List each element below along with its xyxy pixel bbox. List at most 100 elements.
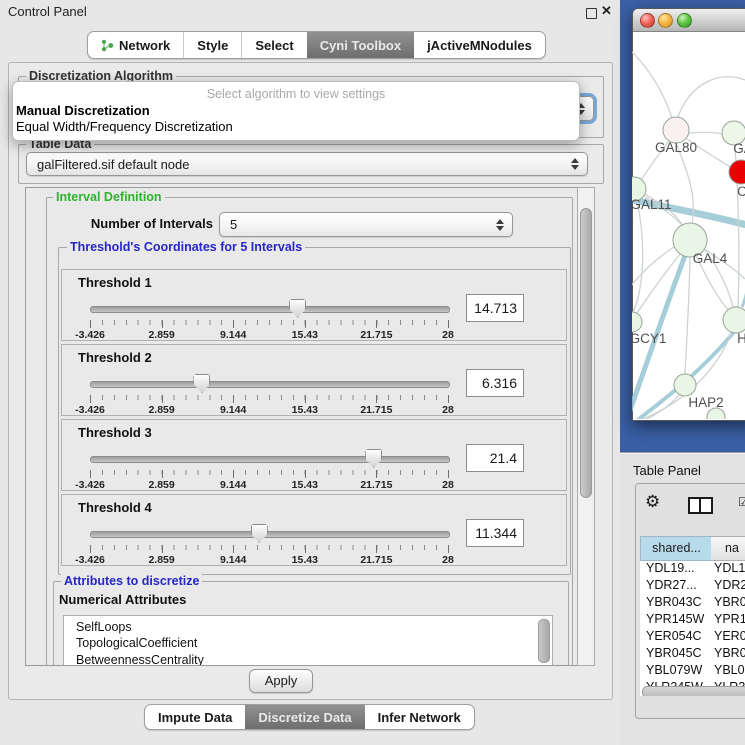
table-row[interactable]: YBR043CYBR0 (640, 594, 745, 611)
apply-button[interactable]: Apply (249, 669, 313, 693)
network-node[interactable] (674, 374, 696, 396)
tab-jactivemnodules[interactable]: jActiveMNodules (414, 32, 545, 58)
table-cell: YPR145W (640, 611, 712, 628)
table-panel: Table Panel ⚙ ☑ ☑ shared... na YDL19...Y… (620, 452, 745, 745)
table-data-combobox[interactable]: galFiltered.sif default node (26, 152, 588, 176)
numerical-attributes-list[interactable]: SelfLoops TopologicalCoefficient Between… (63, 615, 553, 666)
network-node-label: GAL11 (632, 197, 672, 212)
tab-cyni-toolbox[interactable]: Cyni Toolbox (307, 32, 414, 58)
list-scrollbar-thumb[interactable] (538, 619, 550, 663)
table-row[interactable]: YDR27...YDR2 (640, 577, 745, 594)
network-window-titlebar[interactable] (633, 9, 745, 32)
network-node-label: H (737, 331, 745, 346)
threshold-3-slider[interactable]: -3.4262.8599.14415.4321.71528 (90, 448, 448, 488)
tab-network-label: Network (119, 38, 170, 53)
threshold-3-value-field[interactable]: 21.4 (466, 444, 524, 472)
network-edge[interactable] (632, 247, 674, 300)
close-traffic-light-icon[interactable] (640, 13, 655, 28)
network-edge[interactable] (633, 201, 643, 312)
table-cell: YBR043C (640, 594, 712, 611)
table-cell: YBL079W (640, 662, 712, 679)
column-header-name[interactable]: na (711, 536, 745, 561)
float-window-icon[interactable] (586, 8, 597, 19)
tab-cyni-toolbox-label: Cyni Toolbox (320, 38, 401, 53)
table-cell: YBR0 (712, 594, 745, 611)
slider-thumb[interactable] (193, 374, 210, 393)
network-node-label: GA (733, 141, 745, 156)
tab-network[interactable]: Network (88, 32, 183, 58)
interval-definition-title: Interval Definition (53, 190, 165, 204)
list-item-selfloops[interactable]: SelfLoops (64, 619, 552, 636)
popup-item-manual-discretization[interactable]: Manual Discretization (16, 103, 150, 118)
threshold-2-slider[interactable]: -3.4262.8599.14415.4321.71528 (90, 373, 448, 413)
table-row[interactable]: YBL079WYBL0 (640, 662, 745, 679)
threshold-1-value-field[interactable]: 14.713 (466, 294, 524, 322)
checkbox-icon[interactable]: ☑ (738, 496, 745, 508)
table-cell: YPR1 (712, 611, 745, 628)
tab-style[interactable]: Style (183, 32, 241, 58)
table-cell: YER0 (712, 628, 745, 645)
slider-track[interactable] (90, 306, 450, 313)
table-row[interactable]: YER054CYER0 (640, 628, 745, 645)
network-edge[interactable] (678, 77, 745, 117)
gear-icon[interactable]: ⚙ (645, 493, 660, 510)
column-header-shared-name[interactable]: shared... (640, 536, 713, 561)
threshold-1-slider[interactable]: -3.4262.8599.14415.4321.71528 (90, 298, 448, 338)
list-item-betweennesscentrality[interactable]: BetweennessCentrality (64, 652, 552, 666)
close-panel-icon[interactable]: ✕ (601, 3, 612, 19)
table-panel-container: ⚙ ☑ ☑ shared... na YDL19...YDL1YDR27...Y… (635, 483, 745, 719)
threshold-2-value-field[interactable]: 6.316 (466, 369, 524, 397)
list-item-topologicalcoefficient[interactable]: TopologicalCoefficient (64, 636, 552, 653)
threshold-4-panel: Threshold 4 -3.4262.8599.14415.4321.7152… (61, 494, 567, 566)
node-attribute-table: shared... na YDL19...YDL1YDR27...YDR2YBR… (640, 536, 745, 696)
tab-select[interactable]: Select (241, 32, 306, 58)
slider-track[interactable] (90, 381, 450, 388)
table-row[interactable]: YPR145WYPR1 (640, 611, 745, 628)
table-data-combobox-value: galFiltered.sif default node (37, 157, 189, 172)
network-edge[interactable] (685, 257, 690, 374)
table-row[interactable]: YBR045CYBR0 (640, 645, 745, 662)
number-of-intervals-spinner[interactable]: 5 (219, 212, 513, 237)
network-canvas[interactable]: GAL80GACGAL11GAL4GCY1HHAP2 (632, 30, 745, 419)
table-cell: YER054C (640, 628, 712, 645)
numerical-attributes-label: Numerical Attributes (59, 592, 186, 607)
slider-thumb[interactable] (289, 299, 306, 318)
slider-track[interactable] (90, 531, 450, 538)
network-edge[interactable] (632, 52, 672, 118)
network-node-label: HAP2 (688, 395, 723, 410)
tab-impute-data[interactable]: Impute Data (145, 705, 245, 729)
columns-icon[interactable] (688, 497, 713, 514)
table-body: YDL19...YDL1YDR27...YDR2YBR043CYBR0YPR14… (640, 560, 745, 696)
threshold-4-slider[interactable]: -3.4262.8599.14415.4321.71528 (90, 523, 448, 563)
popup-item-equal-width-frequency[interactable]: Equal Width/Frequency Discretization (16, 119, 233, 134)
table-cell: YDR27... (640, 577, 712, 594)
table-cell: YBR045C (640, 645, 712, 662)
tab-discretize-data[interactable]: Discretize Data (245, 705, 364, 729)
panel-title: Control Panel (8, 4, 87, 19)
slider-tick-labels: -3.4262.8599.14415.4321.71528 (90, 545, 448, 567)
network-node[interactable] (723, 307, 745, 333)
tab-infer-network[interactable]: Infer Network (365, 705, 474, 729)
slider-track[interactable] (90, 456, 450, 463)
main-scrollbar-thumb[interactable] (580, 208, 592, 498)
control-panel: Control Panel ✕ Network Style Select Cyn… (0, 0, 620, 745)
attributes-group-title: Attributes to discretize (61, 574, 202, 588)
number-of-intervals-label: Number of Intervals (71, 216, 213, 231)
network-node[interactable] (729, 160, 745, 184)
threshold-3-label: Threshold 3 (78, 425, 152, 440)
minimize-traffic-light-icon[interactable] (658, 13, 673, 28)
application-root: { "window": { "title": "Control Panel" }… (0, 0, 745, 745)
threshold-4-value-field[interactable]: 11.344 (466, 519, 524, 547)
thresholds-group-title: Threshold's Coordinates for 5 Intervals (67, 240, 305, 254)
network-node[interactable] (632, 312, 642, 332)
zoom-traffic-light-icon[interactable] (677, 13, 692, 28)
slider-thumb[interactable] (365, 449, 382, 468)
table-row[interactable]: YDL19...YDL1 (640, 560, 745, 577)
slider-thumb[interactable] (251, 524, 268, 543)
main-scrollbar[interactable] (577, 187, 595, 666)
network-node-label: GAL4 (693, 251, 728, 266)
network-edge[interactable] (689, 132, 722, 134)
tab-discretize-data-label: Discretize Data (258, 710, 351, 725)
threshold-1-label: Threshold 1 (78, 275, 152, 290)
table-hscrollbar-thumb[interactable] (642, 686, 745, 696)
